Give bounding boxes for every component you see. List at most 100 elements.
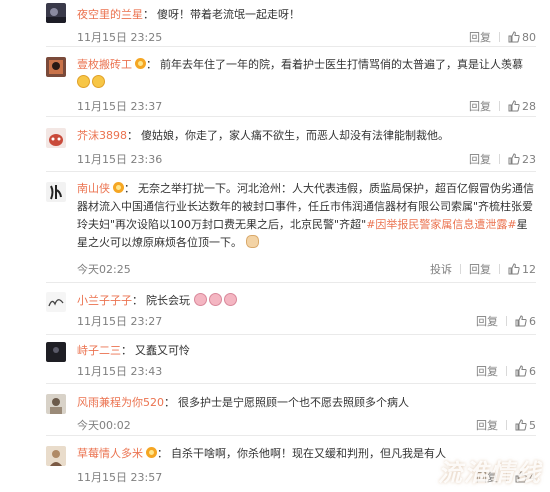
nickname-link[interactable]: 壹枚搬砖工 <box>77 58 132 71</box>
like-count: 23 <box>522 152 536 166</box>
thumbs-up-icon <box>508 100 520 112</box>
like-count: 6 <box>529 364 536 378</box>
reply-button[interactable]: 回复 <box>476 313 498 329</box>
thumbs-up-icon <box>508 263 520 275</box>
thumbs-up-icon <box>515 365 527 377</box>
nickname-link[interactable]: 芥沫3898 <box>77 129 127 142</box>
action-divider <box>499 32 500 42</box>
comment-actions: 投诉 回复 12 <box>430 261 536 277</box>
comment-text-line: 夜空里的兰星： 傻呀！带着老流氓一起走呀！ <box>77 8 300 21</box>
avatar[interactable] <box>46 446 66 466</box>
vip-badge-icon <box>135 58 146 69</box>
comment-text: 很多护士是宁愿照顾一个也不愿去照顾多个病人 <box>178 396 409 409</box>
comment-item: 芥沫3898： 傻姑娘，你走了，家人痛不欲生，而恶人却没有法律能制裁他。 11月1… <box>0 121 550 172</box>
comment-actions: 回复 80 <box>469 29 536 45</box>
nickname-link[interactable]: 南山侠 <box>77 182 110 195</box>
avatar[interactable] <box>46 182 66 202</box>
action-divider <box>460 264 461 274</box>
avatar[interactable] <box>46 292 66 312</box>
action-divider <box>506 366 507 376</box>
comment-time: 11月15日 23:25 <box>77 31 163 44</box>
comment-actions: 回复 6 <box>476 313 536 329</box>
vip-badge-icon <box>113 182 124 193</box>
handshake-emoji-icon <box>245 235 259 248</box>
comment-time: 11月15日 23:36 <box>77 153 163 166</box>
thumbs-up-icon <box>515 315 527 327</box>
thumbs-up-icon <box>508 31 520 43</box>
comment-text-line: 壹枚搬砖工：前年去年住了一年的院，看着护士医生打情骂俏的太普遍了，真是让人羡慕 <box>77 56 536 92</box>
divider <box>46 171 536 172</box>
action-divider <box>506 420 507 430</box>
comment-actions: 回复 28 <box>469 98 536 114</box>
like-count: 6 <box>529 314 536 328</box>
avatar[interactable] <box>46 342 66 362</box>
comment-time: 今天00:02 <box>77 419 131 432</box>
reply-button[interactable]: 回复 <box>469 151 491 167</box>
divider <box>46 435 536 436</box>
comment-text: 自杀干啥啊，你杀他啊！现在又缓和判刑，但凡我是有人 <box>171 447 446 460</box>
action-divider <box>499 101 500 111</box>
comment-item: 小兰子子子： 院长会玩 11月15日 23:27 回复 6 <box>0 287 550 335</box>
watermark-logo: 流淮情线 <box>438 459 542 487</box>
hashtag-link[interactable]: #因举报民警家属信息遭泄露# <box>366 218 516 231</box>
action-divider <box>506 316 507 326</box>
comment-text: 又蠢又可怜 <box>135 344 190 357</box>
reply-button[interactable]: 回复 <box>476 363 498 379</box>
comment-time: 11月15日 23:27 <box>77 315 163 328</box>
comment-time: 11月15日 23:43 <box>77 365 163 378</box>
like-button[interactable]: 6 <box>515 315 536 328</box>
report-button[interactable]: 投诉 <box>430 261 452 277</box>
comment-text-line: 芥沫3898： 傻姑娘，你走了，家人痛不欲生，而恶人却没有法律能制裁他。 <box>77 129 449 142</box>
comment-item: 壹枚搬砖工：前年去年住了一年的院，看着护士医生打情骂俏的太普遍了，真是让人羡慕 … <box>0 50 550 117</box>
reply-button[interactable]: 回复 <box>469 261 491 277</box>
like-button[interactable]: 5 <box>515 419 536 432</box>
nickname-link[interactable]: 风雨兼程为你520 <box>77 396 164 409</box>
comment-item: 夜空里的兰星： 傻呀！带着老流氓一起走呀！ 11月15日 23:25 回复 80 <box>0 0 550 47</box>
comment-item: 南山侠：无奈之举打扰一下。河北沧州：人大代表违假，质监局保护，超百亿假冒伪劣通信… <box>0 175 550 285</box>
crying-emoji-icon <box>77 75 90 88</box>
divider <box>46 116 536 117</box>
comment-actions: 回复 23 <box>469 151 536 167</box>
nickname-link[interactable]: 小兰子子子 <box>77 294 132 307</box>
comment-text: 前年去年住了一年的院，看着护士医生打情骂俏的太普遍了，真是让人羡慕 <box>160 58 523 71</box>
comment-time: 11月15日 23:37 <box>77 100 163 113</box>
comment-actions: 回复 5 <box>476 417 536 433</box>
crying-emoji-icon <box>92 75 105 88</box>
like-button[interactable]: 80 <box>508 31 536 44</box>
like-count: 12 <box>522 262 536 276</box>
nickname-link[interactable]: 草莓情人多米 <box>77 447 143 460</box>
comment-text: 院长会玩 <box>146 294 190 307</box>
comment-text: 傻呀！带着老流氓一起走呀！ <box>157 8 300 21</box>
avatar[interactable] <box>46 57 66 77</box>
comment-text-line: 风雨兼程为你520： 很多护士是宁愿照顾一个也不愿去照顾多个病人 <box>77 396 409 409</box>
comment-text-line: 峙子二三： 又蠢又可怜 <box>77 344 190 357</box>
action-divider <box>499 264 500 274</box>
thumbs-up-icon <box>508 153 520 165</box>
like-button[interactable]: 6 <box>515 365 536 378</box>
reply-button[interactable]: 回复 <box>469 29 491 45</box>
pig-emoji-icon <box>208 293 222 306</box>
like-button[interactable]: 28 <box>508 100 536 113</box>
avatar[interactable] <box>46 394 66 414</box>
divider <box>46 282 536 283</box>
reply-button[interactable]: 回复 <box>469 98 491 114</box>
like-button[interactable]: 12 <box>508 263 536 276</box>
pig-emoji-icon <box>223 293 237 306</box>
nickname-link[interactable]: 夜空里的兰星 <box>77 8 143 21</box>
like-count: 5 <box>529 418 536 432</box>
avatar[interactable] <box>46 3 66 23</box>
like-count: 80 <box>522 30 536 44</box>
comment-actions: 回复 6 <box>476 363 536 379</box>
nickname-link[interactable]: 峙子二三 <box>77 344 121 357</box>
comment-text: 傻姑娘，你走了，家人痛不欲生，而恶人却没有法律能制裁他。 <box>141 129 449 142</box>
action-divider <box>499 154 500 164</box>
thumbs-up-icon <box>515 419 527 431</box>
like-count: 28 <box>522 99 536 113</box>
pig-emoji-icon <box>193 293 207 306</box>
comment-time: 今天02:25 <box>77 263 131 276</box>
divider <box>46 334 536 335</box>
avatar[interactable] <box>46 128 66 148</box>
comment-text-line: 小兰子子子： 院长会玩 <box>77 292 536 310</box>
like-button[interactable]: 23 <box>508 153 536 166</box>
reply-button[interactable]: 回复 <box>476 417 498 433</box>
